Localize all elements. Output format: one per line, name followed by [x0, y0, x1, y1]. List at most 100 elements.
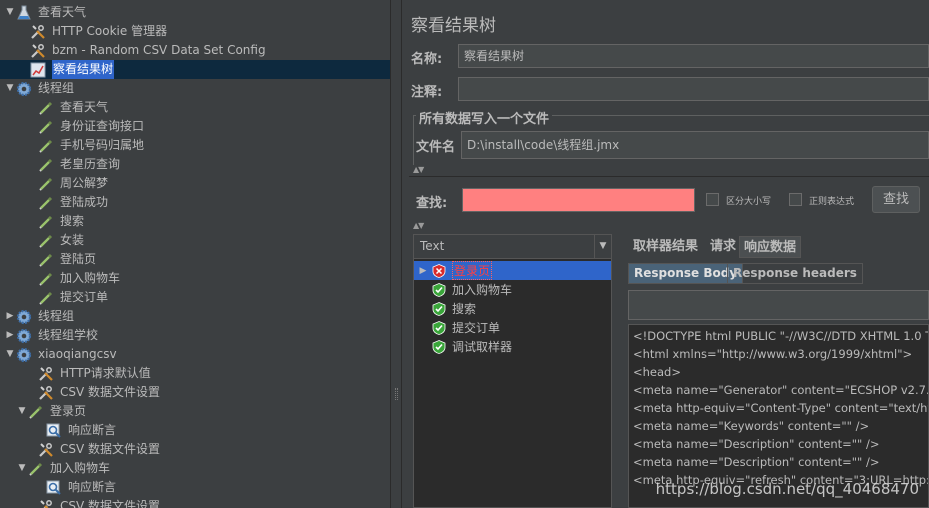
expanded-arrow-icon[interactable]: ▼ — [16, 402, 28, 421]
sampler-result-item[interactable]: 加入购物车 — [414, 280, 611, 299]
pipette-icon — [28, 404, 44, 420]
chevron-down-icon[interactable]: ▼ — [594, 235, 611, 258]
tree-item[interactable]: 周公解梦 — [0, 174, 390, 193]
tree-item[interactable]: 女装 — [0, 231, 390, 250]
check-icon — [432, 282, 446, 297]
tab-response-headers[interactable]: Response headers — [727, 263, 863, 284]
gear-icon — [16, 309, 32, 325]
tree-item-label: 老皇历查询 — [60, 157, 121, 171]
tree-item[interactable]: 察看结果树 — [0, 60, 390, 79]
panel-splitter[interactable] — [390, 0, 402, 508]
tree-item[interactable]: CSV 数据文件设置 — [0, 440, 390, 459]
tree-item[interactable]: 加入购物车 — [0, 269, 390, 288]
tree-item[interactable]: CSV 数据文件设置 — [0, 497, 390, 508]
response-body-line: <head> — [633, 365, 681, 379]
pipette-icon — [38, 252, 54, 268]
sampler-result-label: 调试取样器 — [452, 340, 513, 354]
magnifier-icon — [46, 423, 62, 439]
tree-item[interactable]: bzm - Random CSV Data Set Config — [0, 41, 390, 60]
collapsed-arrow-icon[interactable]: ▶ — [414, 266, 432, 276]
case-sensitive-checkbox[interactable] — [706, 193, 719, 206]
response-body-line: <html xmlns="http://www.w3.org/1999/xhtm… — [633, 347, 913, 361]
collapsed-arrow-icon[interactable]: ▶ — [4, 326, 16, 345]
tab-request[interactable]: 请求 — [706, 236, 740, 258]
search-input[interactable] — [462, 188, 695, 212]
name-field[interactable]: 察看结果树 — [458, 44, 929, 68]
tree-item-label: 线程组学校 — [38, 328, 99, 342]
splitter-grip[interactable] — [395, 388, 398, 400]
response-body-line: <meta name="Description" content="" /> — [633, 455, 880, 469]
tree-item-label: 线程组 — [38, 81, 75, 95]
tree-item[interactable]: ▼ xiaoqiangcsv — [0, 345, 390, 364]
tree-item-label: CSV 数据文件设置 — [60, 499, 161, 508]
sampler-result-label: 搜索 — [452, 302, 477, 316]
sampler-result-item[interactable]: 提交订单 — [414, 318, 611, 337]
tree-item[interactable]: CSV 数据文件设置 — [0, 383, 390, 402]
filename-field[interactable]: D:\install\code\线程组.jmx — [461, 131, 929, 159]
pipette-icon — [38, 100, 54, 116]
regex-checkbox[interactable] — [789, 193, 802, 206]
tree-item-label: HTTP请求默认值 — [60, 366, 151, 380]
tree-item[interactable]: 老皇历查询 — [0, 155, 390, 174]
response-body-search-field[interactable] — [628, 290, 929, 320]
tree-item[interactable]: ▼ 查看天气 — [0, 3, 390, 22]
tree-item[interactable]: 查看天气 — [0, 98, 390, 117]
collapsed-arrow-icon[interactable]: ▶ — [4, 307, 16, 326]
tree-item[interactable]: 手机号码归属地 — [0, 136, 390, 155]
tree-item[interactable]: 响应断言 — [0, 478, 390, 497]
sampler-result-label: 提交订单 — [452, 321, 501, 335]
tree-item-label: 提交订单 — [60, 290, 109, 304]
expanded-arrow-icon[interactable]: ▼ — [4, 345, 16, 364]
tree-item-label: 线程组 — [38, 309, 75, 323]
pipette-icon — [38, 138, 54, 154]
tree-item[interactable]: HTTP Cookie 管理器 — [0, 22, 390, 41]
tree-item-label: 登录页 — [50, 404, 87, 418]
collapse-arrows-icon[interactable]: ▲▼ — [413, 166, 424, 174]
tree-item[interactable]: HTTP请求默认值 — [0, 364, 390, 383]
tree-item[interactable]: ▶ 线程组学校 — [0, 326, 390, 345]
test-plan-tree[interactable]: ▼ 查看天气 HTTP Cookie 管理器 bzm - Random CSV Dat… — [0, 0, 390, 508]
tree-item[interactable]: 登陆成功 — [0, 193, 390, 212]
tree-item[interactable]: 登陆页 — [0, 250, 390, 269]
tree-item[interactable]: 响应断言 — [0, 421, 390, 440]
find-button[interactable]: 查找 — [872, 186, 920, 213]
check-icon — [432, 339, 446, 354]
tab-sampler-result[interactable]: 取样器结果 — [629, 236, 702, 258]
sampler-result-item[interactable]: 搜索 — [414, 299, 611, 318]
tree-item-label: 女装 — [60, 233, 85, 247]
sampler-result-item[interactable]: ▶ 登录页 — [414, 261, 611, 280]
tree-item[interactable]: 提交订单 — [0, 288, 390, 307]
gear-icon — [16, 81, 32, 97]
tree-item[interactable]: ▼ 登录页 — [0, 402, 390, 421]
tree-item[interactable]: ▼ 加入购物车 — [0, 459, 390, 478]
tree-item[interactable]: ▶ 线程组 — [0, 307, 390, 326]
chart-icon — [30, 62, 46, 78]
pipette-icon — [38, 176, 54, 192]
tree-item[interactable]: ▼ 线程组 — [0, 79, 390, 98]
pipette-icon — [38, 233, 54, 249]
wrench-icon — [38, 366, 54, 382]
error-icon — [432, 263, 446, 278]
collapse-arrows-icon[interactable]: ▲▼ — [413, 222, 424, 230]
gear-icon — [16, 347, 32, 363]
tree-item-label: 登陆成功 — [60, 195, 109, 209]
pipette-icon — [28, 461, 44, 477]
sampler-result-list[interactable]: Text ▼ ▶ 登录页 加入购物车搜索提交订单调试取样器 — [413, 234, 612, 508]
name-label: 名称: — [411, 52, 443, 67]
tab-response-data[interactable]: 响应数据 — [739, 236, 802, 258]
expanded-arrow-icon[interactable]: ▼ — [4, 3, 16, 22]
pipette-icon — [38, 157, 54, 173]
tree-item[interactable]: 搜索 — [0, 212, 390, 231]
renderer-select[interactable]: Text ▼ — [414, 235, 611, 259]
sampler-result-item[interactable]: 调试取样器 — [414, 337, 611, 356]
comment-field[interactable] — [458, 77, 929, 101]
expanded-arrow-icon[interactable]: ▼ — [4, 79, 16, 98]
expanded-arrow-icon[interactable]: ▼ — [16, 459, 28, 478]
tree-item[interactable]: 身份证查询接口 — [0, 117, 390, 136]
tree-item-label: xiaoqiangcsv — [38, 347, 117, 361]
tree-item-label: bzm - Random CSV Data Set Config — [52, 43, 266, 57]
check-icon — [432, 301, 446, 316]
search-bar: 查找: 区分大小写 正则表达式 查找 — [409, 176, 929, 224]
renderer-selected-value: Text — [420, 239, 445, 253]
tab-response-body[interactable]: Response Body — [628, 263, 744, 284]
